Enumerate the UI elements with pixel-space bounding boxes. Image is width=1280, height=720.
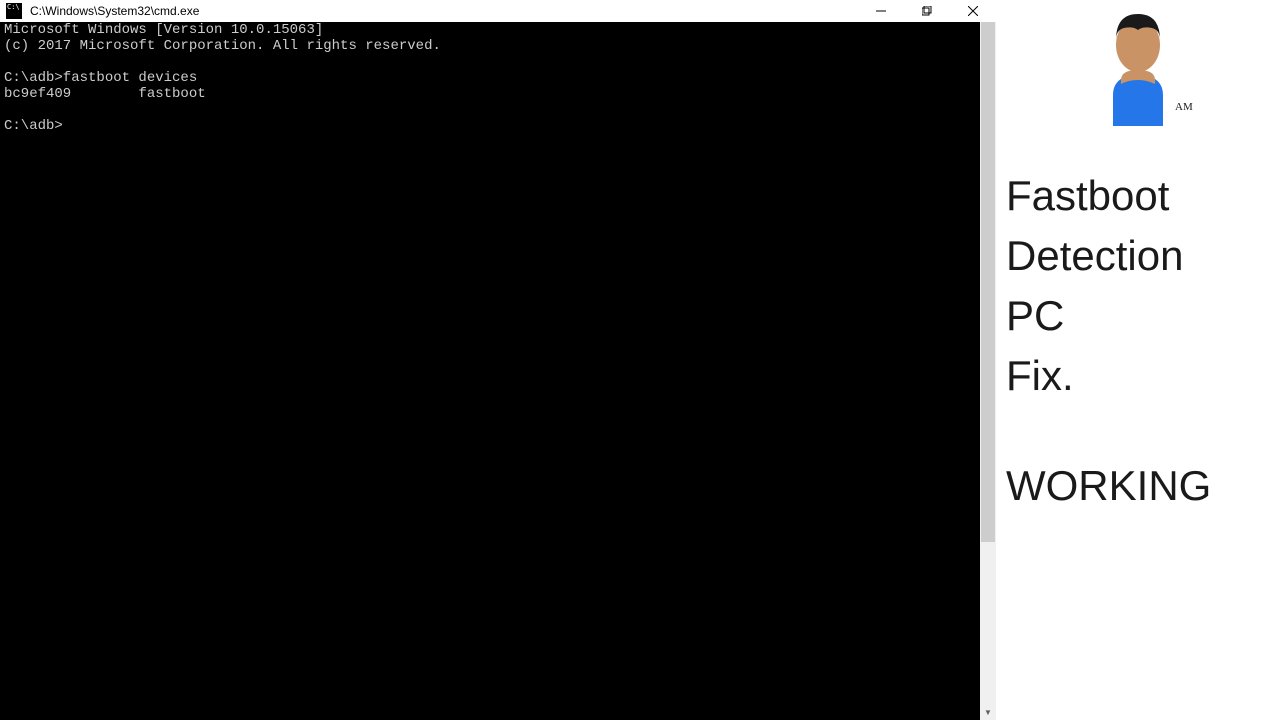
scrollbar[interactable]: ▲ ▼ <box>980 22 996 720</box>
maximize-icon <box>922 6 932 16</box>
side-line-1: Fastboot <box>1006 166 1270 226</box>
avatar: AM <box>1073 0 1203 126</box>
avatar-label: AM <box>1175 101 1193 113</box>
minimize-button[interactable] <box>858 0 904 22</box>
window-title: C:\Windows\System32\cmd.exe <box>28 4 858 18</box>
side-line-3: PC <box>1006 286 1270 346</box>
side-line-2: Detection <box>1006 226 1270 286</box>
terminal-area[interactable]: Microsoft Windows [Version 10.0.15063] (… <box>0 22 996 720</box>
close-icon <box>968 6 978 16</box>
scroll-thumb[interactable] <box>981 22 995 542</box>
scroll-down-icon[interactable]: ▼ <box>980 704 996 720</box>
side-text: Fastboot Detection PC Fix. WORKING <box>1006 166 1270 516</box>
titlebar[interactable]: C:\Windows\System32\cmd.exe <box>0 0 996 22</box>
maximize-button[interactable] <box>904 0 950 22</box>
side-line-5: WORKING <box>1006 456 1270 516</box>
close-button[interactable] <box>950 0 996 22</box>
side-panel: AM Fastboot Detection PC Fix. WORKING <box>996 0 1280 720</box>
minimize-icon <box>876 6 886 16</box>
window-controls <box>858 0 996 22</box>
cmd-icon <box>6 3 22 19</box>
terminal-output[interactable]: Microsoft Windows [Version 10.0.15063] (… <box>0 22 980 720</box>
cmd-window: C:\Windows\System32\cmd.exe Microsoft Wi… <box>0 0 996 720</box>
side-line-4: Fix. <box>1006 346 1270 406</box>
